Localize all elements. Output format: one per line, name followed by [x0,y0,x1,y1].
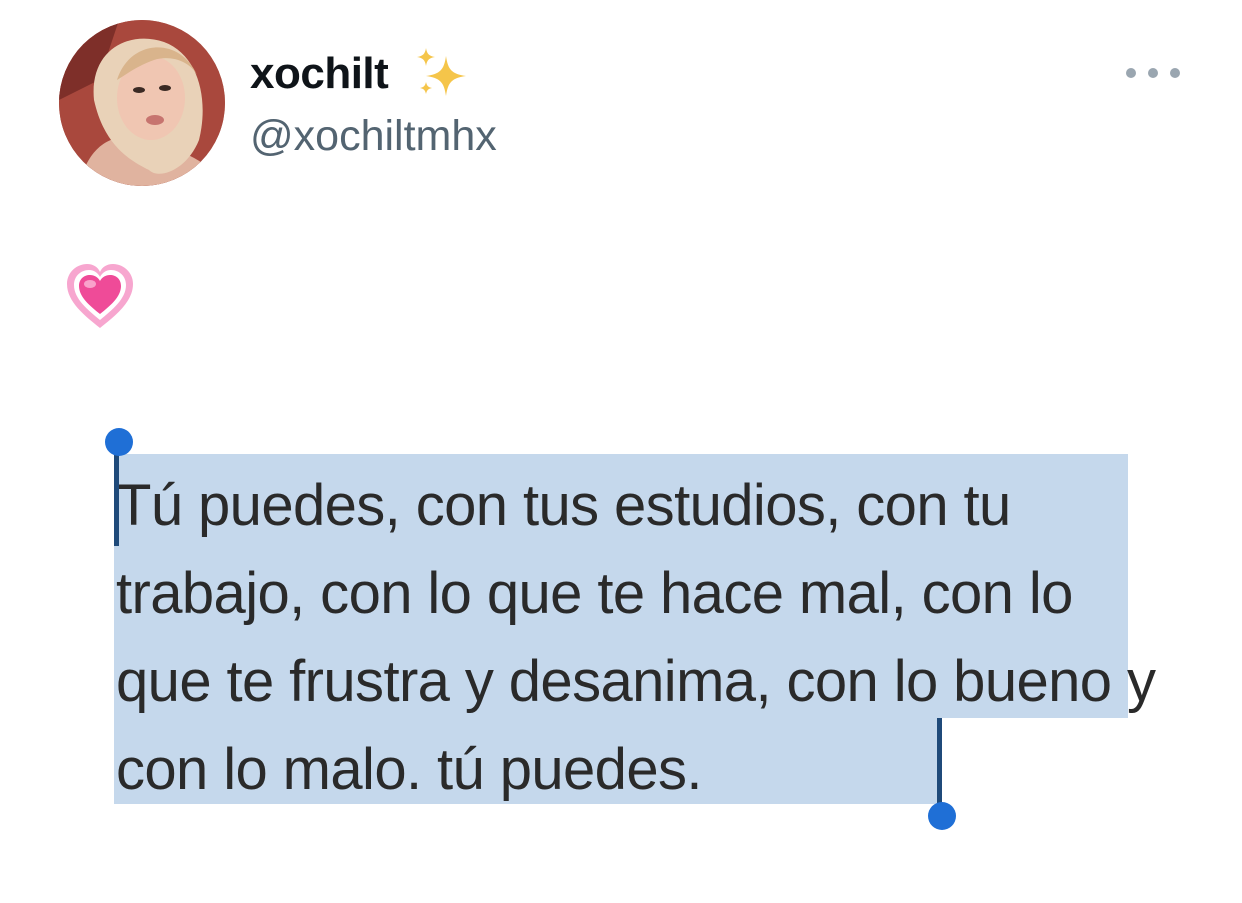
user-handle[interactable]: @xochiltmhx [250,108,497,164]
avatar[interactable] [59,20,225,186]
selected-quote-text[interactable]: Tú puedes, con tus estudios, con tu trab… [116,462,1156,814]
selection-end-caret [937,718,942,808]
growing-heart-icon [67,264,133,328]
selection-end-handle[interactable] [928,802,956,830]
display-name[interactable]: xochilt [250,44,389,104]
avatar-photo [59,20,225,186]
selection-start-handle[interactable] [105,428,133,456]
more-options-icon[interactable] [1126,60,1180,86]
sparkles-icon [417,48,466,96]
selection-start-caret [114,454,119,546]
more-dot [1126,68,1136,78]
post-image[interactable]: Tú puedes, con tus estudios, con tu trab… [60,410,1182,850]
more-dot [1148,68,1158,78]
more-dot [1170,68,1180,78]
